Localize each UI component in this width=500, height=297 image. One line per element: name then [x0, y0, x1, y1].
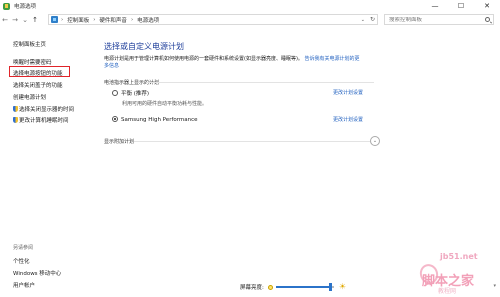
sidebar-item-label: 更改计算机睡眠时间 — [19, 118, 69, 124]
watermark-url: jb51.net — [440, 252, 478, 261]
shield-icon — [13, 117, 18, 123]
search-input[interactable] — [389, 16, 479, 23]
divider — [134, 141, 370, 142]
recent-locations-button[interactable]: ⌄ — [20, 14, 30, 26]
sidebar-home-link[interactable]: 控制面板主页 — [13, 40, 46, 48]
sidebar-item-power-button[interactable]: 选择电源按钮的功能 — [13, 69, 63, 77]
description-text: 电源计划是用于管理计算机如何使用电源的一套硬件和系统设置(如显示器亮度、睡眠等)… — [104, 56, 303, 62]
title-bar: 电源选项 — ☐ ✕ — [0, 0, 500, 12]
address-box[interactable]: › 控制面板 › 硬件和声音 › 电源选项 ⌄ ↻ — [48, 14, 378, 25]
change-plan-settings-link[interactable]: 更改计划设置 — [333, 116, 363, 123]
divider — [146, 82, 374, 83]
up-button[interactable]: ↑ — [30, 14, 40, 26]
breadcrumb-power-options[interactable]: 电源选项 — [137, 16, 159, 24]
radio-balanced[interactable] — [112, 90, 118, 96]
sidebar-item-sleep-time[interactable]: 更改计算机睡眠时间 — [13, 116, 69, 124]
plan-description: 利用可用的硬件自动平衡功耗与性能。 — [122, 101, 208, 107]
breadcrumb-separator: › — [130, 16, 134, 23]
back-button[interactable]: ← — [0, 14, 10, 26]
breadcrumb-separator: › — [93, 16, 96, 23]
sidebar-item-lid-close[interactable]: 选择关闭盖子的功能 — [13, 81, 63, 89]
plan-name: Samsung High Performance — [121, 117, 198, 123]
see-also-heading: 另请参阅 — [13, 245, 34, 251]
watermark-sub: 教程网 — [438, 288, 457, 295]
shield-icon — [13, 106, 18, 112]
description: 电源计划是用于管理计算机如何使用电源的一套硬件和系统设置(如显示器亮度、睡眠等)… — [104, 56, 364, 70]
search-icon[interactable] — [485, 17, 490, 22]
window-controls: — ☐ ✕ — [422, 0, 500, 12]
breadcrumb-hardware-sound[interactable]: 硬件和声音 — [99, 16, 127, 24]
brightness-low-icon — [267, 284, 273, 290]
chevron-down-icon[interactable]: ⌄ — [370, 136, 380, 146]
sidebar-item-label: 选择关闭显示器的时间 — [19, 107, 75, 113]
brightness-slider-thumb[interactable] — [329, 283, 333, 291]
plan-balanced[interactable]: 平衡 (推荐) — [112, 89, 149, 97]
power-options-icon — [3, 2, 10, 10]
minimize-button[interactable]: — — [422, 0, 448, 12]
sidebar: 控制面板主页 唤醒时需要密码 选择电源按钮的功能 选择关闭盖子的功能 创建电源计… — [0, 28, 92, 297]
radio-samsung-high-performance[interactable] — [112, 116, 118, 122]
sidebar-item-require-password[interactable]: 唤醒时需要密码 — [13, 58, 52, 66]
page-title: 选择或自定义电源计划 — [104, 42, 184, 51]
breadcrumb-separator: › — [61, 16, 64, 23]
brightness-label: 屏幕亮度: — [240, 285, 264, 291]
brightness-fill — [275, 286, 331, 288]
watermark: jb51.net 脚本之家 教程网 — [417, 248, 498, 295]
brightness-control: 屏幕亮度: ☀ — [240, 283, 346, 291]
forward-button[interactable]: → — [10, 14, 20, 26]
sidebar-item-display-off[interactable]: 选择关闭显示器的时间 — [13, 105, 74, 113]
show-additional-plans[interactable]: 显示附加计划 — [104, 138, 134, 145]
sidebar-link-personalization[interactable]: 个性化 — [13, 257, 30, 265]
control-panel-icon — [51, 16, 58, 23]
address-dropdown-icon[interactable]: ⌄ — [361, 17, 365, 23]
change-plan-settings-link[interactable]: 更改计划设置 — [333, 89, 363, 96]
plan-name: 平衡 (推荐) — [121, 91, 150, 97]
brightness-high-icon: ☀ — [338, 282, 347, 291]
search-box[interactable] — [384, 14, 494, 25]
breadcrumb-control-panel[interactable]: 控制面板 — [67, 16, 89, 24]
sidebar-link-mobility-center[interactable]: Windows 移动中心 — [13, 269, 61, 277]
sidebar-item-create-plan[interactable]: 创建电源计划 — [13, 93, 46, 101]
brightness-slider[interactable] — [275, 283, 334, 291]
refresh-icon[interactable]: ↻ — [370, 16, 375, 23]
close-button[interactable]: ✕ — [474, 0, 500, 12]
window-title: 电源选项 — [14, 4, 37, 10]
sidebar-link-user-accounts[interactable]: 用户帐户 — [13, 281, 35, 289]
maximize-button[interactable]: ☐ — [448, 0, 474, 12]
plan-samsung-high-performance[interactable]: Samsung High Performance — [112, 116, 198, 123]
